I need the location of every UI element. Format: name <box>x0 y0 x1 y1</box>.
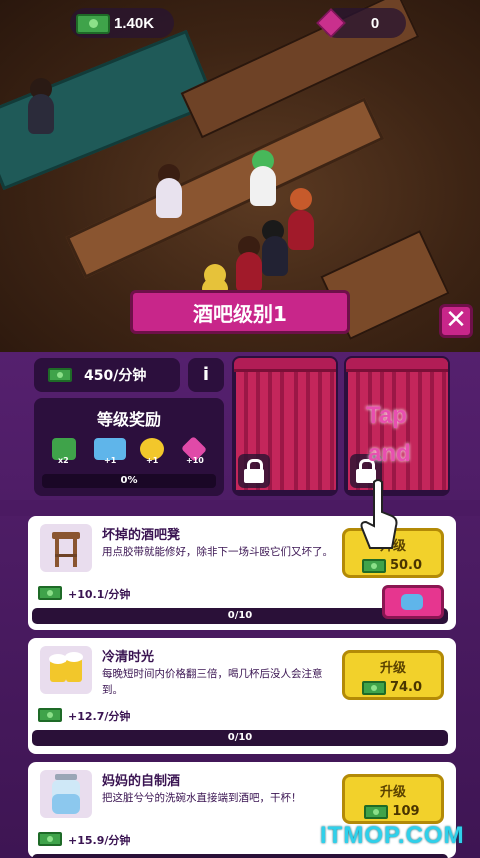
customer[interactable] <box>236 252 262 292</box>
customer[interactable] <box>288 210 314 250</box>
cash-icon <box>48 368 72 382</box>
curtain <box>286 362 336 490</box>
customer[interactable] <box>28 94 54 134</box>
pointer-hand-icon <box>360 478 400 554</box>
upgrade-card: 冷清时光 每晚短时间内价格翻三倍，喝几杯后没人会注意到。 +12.7/分钟 0/… <box>28 638 456 754</box>
customer-head <box>290 188 312 210</box>
cash-icon <box>38 586 62 600</box>
upgrade-title: 坏掉的酒吧凳 <box>102 528 181 543</box>
upgrade-progress-bar: 0/10 <box>32 730 448 746</box>
upgrade-button-label: 升级 <box>379 661 406 676</box>
gem-counter: 0 <box>316 8 406 38</box>
income-rate-value: 450/分钟 <box>84 368 147 384</box>
upgrade-title: 冷清时光 <box>102 650 155 665</box>
cash-icon <box>38 708 62 722</box>
customer[interactable] <box>262 236 288 276</box>
cash-icon <box>361 681 386 695</box>
upgrade-title: 妈妈的自制酒 <box>102 774 181 789</box>
reward-label: +1 <box>104 456 117 465</box>
level-rewards-title: 等级奖励 <box>96 410 161 429</box>
customer[interactable] <box>156 178 182 218</box>
upgrade-progress-bar <box>32 854 448 858</box>
upgrade-cost-value: 50.0 <box>389 558 423 573</box>
upgrade-cost: 50.0 <box>361 558 423 573</box>
reward-label: x2 <box>58 456 69 465</box>
tutorial-text-tap: Tap <box>366 402 407 429</box>
level-progress-bar: 0% <box>42 474 216 488</box>
income-rate: 450/分钟 <box>34 358 180 392</box>
tutorial-text-and: and <box>368 440 411 467</box>
upgrade-button-label: 升级 <box>379 785 406 800</box>
upgrade-rate: +15.9/分钟 <box>38 832 130 848</box>
panel-divider <box>0 500 480 516</box>
watermark: ITMOP.COM <box>320 822 465 849</box>
upgrade-rate-value: +15.9/分钟 <box>68 834 131 847</box>
level-rewards: 等级奖励 x2 +1 +1 +10 0% <box>34 398 224 496</box>
curtain-valance <box>234 358 336 372</box>
cash-icon <box>364 805 389 819</box>
close-button[interactable]: ✕ <box>439 304 473 338</box>
upgrade-cost-value: 109 <box>392 804 420 819</box>
locked-stage-1[interactable] <box>232 356 338 496</box>
customer[interactable] <box>250 166 276 206</box>
reward-label: +10 <box>186 456 204 465</box>
upgrade-rate: +12.7/分钟 <box>38 708 130 724</box>
upgrade-rate: +10.1/分钟 <box>38 586 130 602</box>
upgrade-description: 把这脏兮兮的洗碗水直接端到酒吧，干杯！ <box>102 792 302 804</box>
bar-stool-icon <box>40 524 92 572</box>
cash-icon <box>76 14 110 34</box>
lock-icon <box>238 454 270 488</box>
upgrade-rate-value: +12.7/分钟 <box>68 710 131 723</box>
gem-amount: 0 <box>370 14 380 32</box>
jar-icon <box>40 770 92 818</box>
cash-counter: 1.40K <box>70 8 174 38</box>
upgrade-description: 每晚短时间内价格翻三倍，喝几杯后没人会注意到。 <box>102 668 323 696</box>
bar-level-banner: 酒吧级别1 <box>111 290 369 334</box>
upgrade-description: 用点胶带就能修好，除非下一场斗殴它们又坏了。 <box>102 546 333 558</box>
cash-amount: 1.40K <box>114 14 155 32</box>
upgrade-cost: 74.0 <box>361 680 423 695</box>
curtain-valance <box>346 358 448 372</box>
upgrade-button[interactable]: 升级 109 <box>342 774 444 824</box>
cash-icon <box>361 559 386 573</box>
upgrade-button[interactable]: 升级 74.0 <box>342 650 444 700</box>
upgrade-cost-value: 74.0 <box>389 680 423 695</box>
cash-icon <box>38 832 62 846</box>
info-button[interactable]: i <box>188 358 224 392</box>
reward-label: +1 <box>146 456 159 465</box>
upgrade-rate-value: +10.1/分钟 <box>68 588 131 601</box>
beer-mugs-icon <box>40 646 92 694</box>
upgrade-cost: 109 <box>364 804 420 819</box>
customers-bonus-icon <box>382 585 444 619</box>
